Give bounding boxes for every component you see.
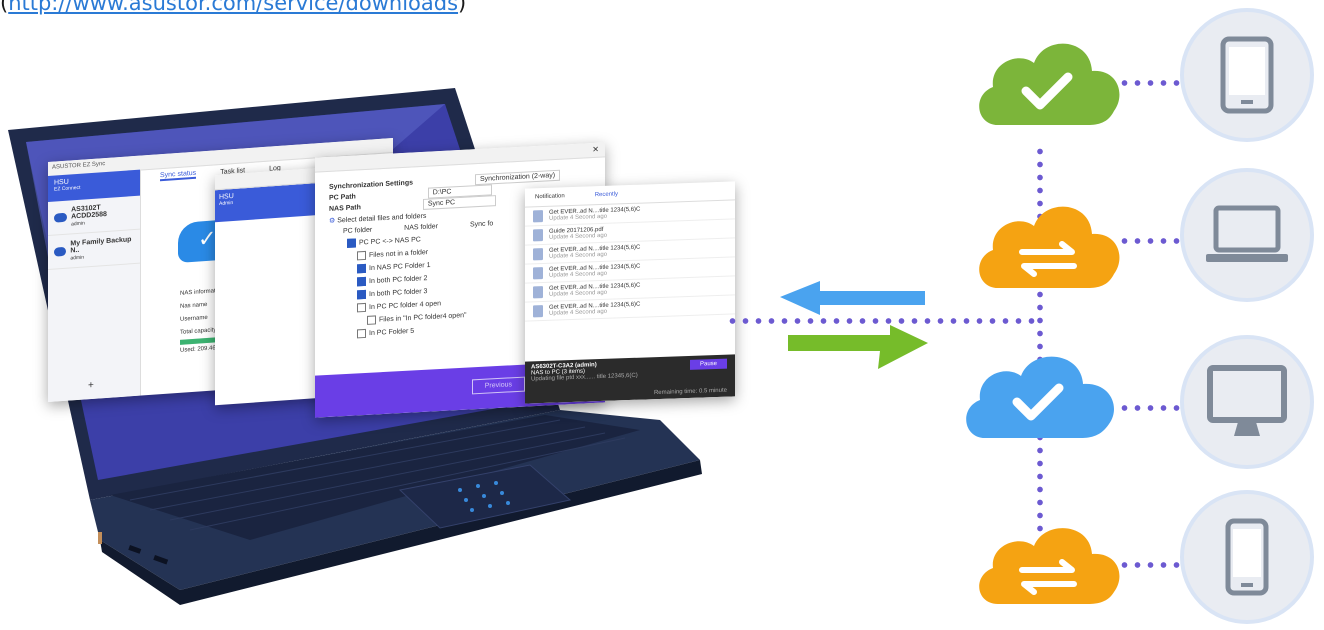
connector-cloud-4 (1118, 561, 1188, 569)
tab-recently[interactable]: Recently (595, 191, 618, 198)
cloud-sync-icon (979, 206, 1120, 288)
add-device-icon[interactable]: + (88, 380, 94, 391)
open-paren: ( (0, 0, 9, 15)
download-url-line: (http://www.asustor.com/service/download… (0, 0, 466, 15)
window-title: ASUSTOR EZ Sync (52, 161, 106, 171)
close-paren: ) (458, 0, 467, 15)
download-link[interactable]: http://www.asustor.com/service/downloads (8, 0, 458, 15)
sync-arrows (780, 281, 928, 369)
file-icon (533, 305, 543, 318)
select-detail-label: Select detail files and folders (337, 212, 427, 225)
tab-notification[interactable]: Notification (535, 193, 565, 200)
device-sub: admin (70, 254, 84, 262)
device-sidebar: HSU EZ Connect AS3102T ACDD2588 admin My … (48, 169, 141, 403)
laptop-device (1180, 168, 1314, 302)
phone-device (1180, 490, 1314, 624)
cloud-check-icon (966, 356, 1114, 438)
file-icon (533, 229, 543, 242)
laptop-icon (1206, 205, 1288, 262)
monitor-icon (1207, 365, 1287, 436)
tablet-device (1180, 8, 1314, 142)
legend-pc: PC folder (343, 226, 373, 236)
monitor-device (1180, 335, 1314, 469)
cloud-sync-icon (979, 528, 1120, 604)
connector-cloud-3 (1118, 404, 1188, 412)
phone-icon (1225, 518, 1269, 596)
tab-sync-status[interactable]: Sync status (160, 169, 197, 181)
notification-window: Notification Recently Get EVER..ad N....… (525, 181, 735, 404)
device-name: My Family Backup N.. (70, 236, 132, 255)
close-icon[interactable]: ✕ (592, 145, 599, 154)
connector-cloud-2 (1118, 237, 1188, 245)
file-icon (533, 286, 543, 299)
connector-laptop-to-cloud (726, 317, 1042, 325)
legend-sync: Sync fo (469, 220, 494, 229)
legend-nas: NAS folder (404, 223, 438, 232)
cloud-device-icon (54, 212, 68, 223)
gear-icon: ⚙ (329, 217, 336, 225)
tablet-icon (1220, 36, 1274, 114)
file-icon (533, 267, 543, 280)
remaining-time: Remaining time: 0.5 minute (653, 387, 727, 397)
cloud-check-icon (979, 43, 1120, 125)
device-sub: admin (71, 220, 85, 228)
nas-path-label: NAS Path (329, 204, 361, 213)
pc-path-label: PC Path (329, 193, 356, 202)
file-icon (533, 210, 543, 223)
device-item[interactable]: My Family Backup N.. admin (48, 229, 140, 271)
device-name: AS3102T ACDD2588 (71, 204, 107, 221)
right-arrow-icon (788, 325, 928, 369)
left-arrow-icon (780, 281, 925, 315)
cloud-device-icon (54, 246, 67, 257)
pause-button[interactable]: Pause (689, 358, 727, 370)
sync-progress-panel: AS6302T-C3A2 (admin) NAS to PC (3 items)… (525, 354, 735, 404)
connector-cloud-1 (1118, 79, 1188, 87)
file-icon (533, 248, 543, 261)
sync-settings-label: Synchronization Settings (329, 179, 414, 191)
previous-button[interactable]: Previous (471, 376, 525, 395)
